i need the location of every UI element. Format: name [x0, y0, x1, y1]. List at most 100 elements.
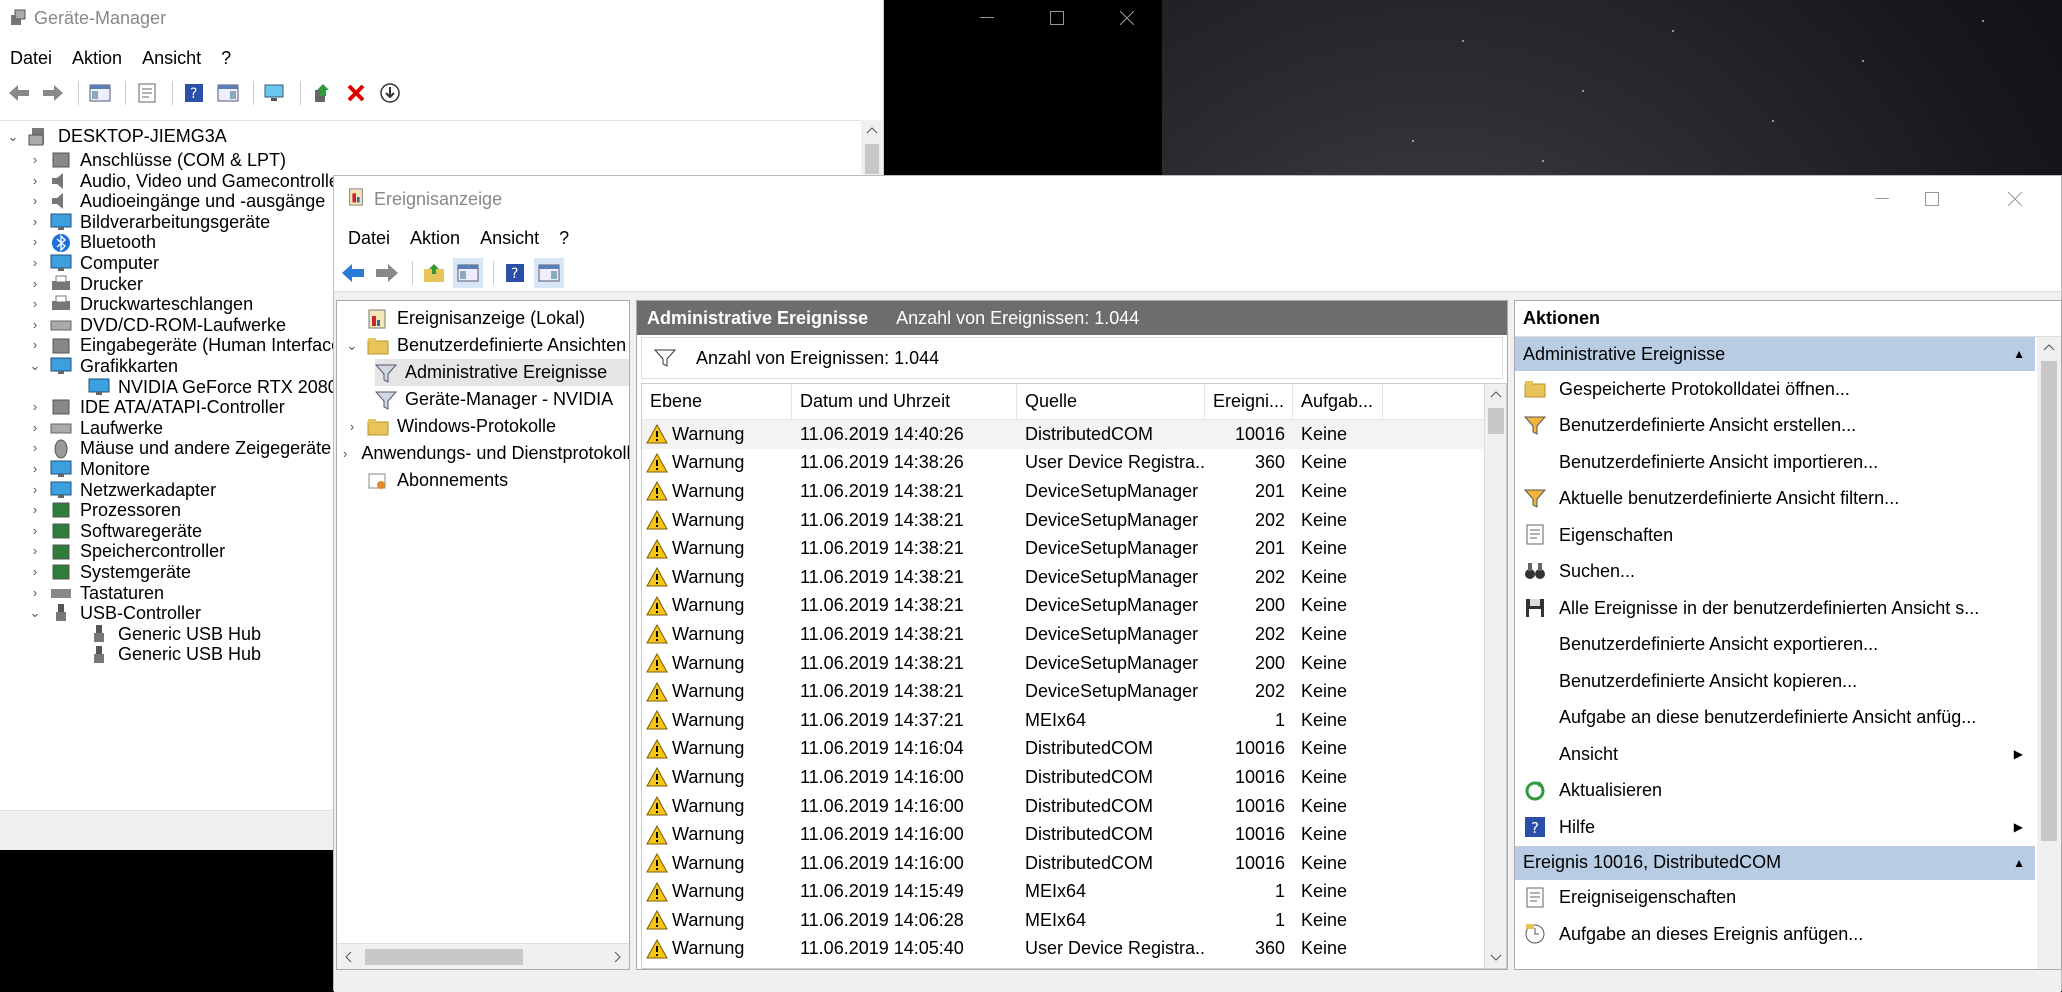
table-row[interactable]: Warnung 11.06.2019 14:16:00 DistributedCOM…: [642, 820, 1506, 849]
device-item[interactable]: Generic USB Hub: [64, 624, 261, 645]
actions-section-event[interactable]: Ereignis 10016, DistributedCOM ▲: [1515, 845, 2035, 880]
device-category[interactable]: › Drucker: [26, 274, 143, 295]
scroll-thumb[interactable]: [365, 949, 523, 965]
action-item[interactable]: Benutzerdefinierte Ansicht importieren..…: [1515, 444, 2035, 481]
device-category[interactable]: ⌄ Grafikkarten: [26, 356, 179, 377]
action-pane-button[interactable]: [534, 257, 564, 288]
action-item[interactable]: Benutzerdefinierte Ansicht kopieren...: [1515, 663, 2035, 700]
menu-datei[interactable]: Datei: [0, 48, 62, 69]
table-row[interactable]: Warnung 11.06.2019 14:38:21 DeviceSetupMan…: [642, 506, 1506, 535]
actions-scrollbar[interactable]: [2037, 337, 2061, 969]
table-row[interactable]: Warnung 11.06.2019 14:38:21 DeviceSetupMan…: [642, 563, 1506, 592]
expand-chevron-icon[interactable]: ›: [26, 274, 44, 295]
tree-root[interactable]: ⌄ DESKTOP-JIEMG3A: [4, 123, 227, 150]
tree-horizontal-scrollbar[interactable]: [337, 943, 629, 969]
menu-datei[interactable]: Datei: [338, 228, 400, 249]
tree-node[interactable]: ⌄ Benutzerdefinierte Ansichten: [343, 332, 629, 359]
device-item[interactable]: NVIDIA GeForce RTX 2080: [64, 377, 338, 398]
collapse-chevron-icon[interactable]: ⌄: [343, 338, 361, 354]
menu-ansicht[interactable]: Ansicht: [470, 228, 549, 249]
device-category[interactable]: › Laufwerke: [26, 418, 163, 439]
expand-chevron-icon[interactable]: ›: [26, 191, 44, 212]
collapse-chevron-icon[interactable]: ⌄: [4, 129, 22, 145]
action-item[interactable]: Ansicht ▶: [1515, 736, 2035, 773]
device-category[interactable]: › Computer: [26, 253, 159, 274]
device-category[interactable]: › Monitore: [26, 459, 150, 480]
expand-chevron-icon[interactable]: ›: [26, 438, 44, 459]
expand-chevron-icon[interactable]: ›: [26, 397, 44, 418]
maximize-button[interactable]: [1897, 176, 1967, 222]
menu-help[interactable]: ?: [549, 228, 579, 249]
collapse-chevron-icon[interactable]: ⌄: [26, 356, 44, 377]
expand-chevron-icon[interactable]: ›: [343, 446, 347, 461]
actions-section-administrative[interactable]: Administrative Ereignisse ▲: [1515, 337, 2035, 371]
device-category[interactable]: › Druckwarteschlangen: [26, 294, 253, 315]
tree-node[interactable]: Abonnements: [343, 467, 629, 494]
tree-node[interactable]: › Windows-Protokolle: [343, 413, 629, 440]
show-hide-tree-button[interactable]: [85, 78, 115, 108]
table-row[interactable]: Warnung 11.06.2019 14:15:49 MEIx64 1 Keine: [642, 878, 1506, 907]
device-category[interactable]: › DVD/CD-ROM-Laufwerke: [26, 315, 286, 336]
enable-device-button[interactable]: [375, 78, 405, 108]
minimize-button[interactable]: [952, 0, 1022, 36]
tree-node[interactable]: Administrative Ereignisse: [375, 359, 629, 386]
scan-hardware-button[interactable]: [260, 78, 290, 108]
action-item[interactable]: ? Hilfe ▶: [1515, 809, 2035, 846]
table-row[interactable]: Warnung 11.06.2019 14:38:21 DeviceSetupMan…: [642, 477, 1506, 506]
tree-node[interactable]: › Anwendungs- und Dienstprotokolle: [343, 440, 629, 467]
device-category[interactable]: › Systemgeräte: [26, 562, 191, 583]
column-header-aufgabe[interactable]: Aufgab...: [1293, 384, 1383, 419]
back-button[interactable]: [4, 78, 34, 108]
collapse-up-icon[interactable]: ▲: [2013, 347, 2025, 361]
table-row[interactable]: Warnung 11.06.2019 14:38:21 DeviceSetupMan…: [642, 677, 1506, 706]
expand-chevron-icon[interactable]: ›: [26, 418, 44, 439]
device-category[interactable]: › Softwaregeräte: [26, 521, 202, 542]
properties-button[interactable]: [132, 78, 162, 108]
action-item[interactable]: Gespeicherte Protokolldatei öffnen...: [1515, 371, 2035, 408]
close-button[interactable]: [1980, 176, 2050, 222]
expand-chevron-icon[interactable]: ›: [26, 232, 44, 253]
scroll-thumb[interactable]: [2041, 361, 2057, 841]
table-row[interactable]: Warnung 11.06.2019 14:38:21 DeviceSetupMan…: [642, 620, 1506, 649]
device-category[interactable]: › Audio, Video und Gamecontroller: [26, 171, 345, 192]
expand-chevron-icon[interactable]: ›: [26, 253, 44, 274]
table-row[interactable]: Warnung 11.06.2019 14:05:40 User Device Re…: [642, 935, 1506, 964]
expand-chevron-icon[interactable]: ›: [26, 583, 44, 604]
device-category[interactable]: › Tastaturen: [26, 583, 164, 604]
tree-node[interactable]: Geräte-Manager - NVIDIA: [375, 386, 629, 413]
device-category[interactable]: › Mäuse und andere Zeigegeräte: [26, 438, 331, 459]
table-row[interactable]: Warnung 11.06.2019 14:38:21 DeviceSetupMan…: [642, 649, 1506, 678]
expand-chevron-icon[interactable]: ›: [26, 212, 44, 233]
action-item[interactable]: Ereigniseigenschaften: [1515, 880, 2035, 917]
menu-ansicht[interactable]: Ansicht: [132, 48, 211, 69]
tree-node[interactable]: Ereignisanzeige (Lokal): [343, 305, 629, 332]
expand-chevron-icon[interactable]: ›: [26, 459, 44, 480]
expand-chevron-icon[interactable]: ›: [26, 171, 44, 192]
action-item[interactable]: Alle Ereignisse in der benutzerdefiniert…: [1515, 590, 2035, 627]
column-header-ereignis-id[interactable]: Ereigni...: [1205, 384, 1293, 419]
table-row[interactable]: Warnung 11.06.2019 14:16:04 DistributedCOM…: [642, 735, 1506, 764]
collapse-up-icon[interactable]: ▲: [2013, 856, 2025, 870]
uninstall-device-button[interactable]: [341, 78, 371, 108]
back-button[interactable]: [338, 258, 368, 288]
show-hide-tree-button[interactable]: [453, 257, 483, 288]
table-row[interactable]: Warnung 11.06.2019 14:16:00 DistributedCOM…: [642, 849, 1506, 878]
table-row[interactable]: Warnung 11.06.2019 14:38:21 DeviceSetupMan…: [642, 592, 1506, 621]
column-header-datum[interactable]: Datum und Uhrzeit: [792, 384, 1017, 419]
menu-aktion[interactable]: Aktion: [400, 228, 470, 249]
action-item[interactable]: Aufgabe an dieses Ereignis anfügen...: [1515, 916, 2035, 953]
table-row[interactable]: Warnung 11.06.2019 14:16:00 DistributedCOM…: [642, 792, 1506, 821]
action-item[interactable]: Aktuelle benutzerdefinierte Ansicht filt…: [1515, 481, 2035, 518]
device-item[interactable]: Generic USB Hub: [64, 644, 261, 665]
expand-chevron-icon[interactable]: ›: [26, 335, 44, 356]
events-table-scrollbar[interactable]: [1484, 384, 1506, 968]
table-row[interactable]: Warnung 11.06.2019 14:37:21 MEIx64 1 Keine: [642, 706, 1506, 735]
device-category[interactable]: › Bluetooth: [26, 232, 156, 253]
device-category[interactable]: › Bildverarbeitungsgeräte: [26, 212, 270, 233]
action-item[interactable]: Eigenschaften: [1515, 517, 2035, 554]
expand-chevron-icon[interactable]: ›: [26, 541, 44, 562]
forward-button[interactable]: [38, 78, 68, 108]
device-category[interactable]: › IDE ATA/ATAPI-Controller: [26, 397, 285, 418]
menu-aktion[interactable]: Aktion: [62, 48, 132, 69]
action-item[interactable]: Aktualisieren: [1515, 773, 2035, 810]
